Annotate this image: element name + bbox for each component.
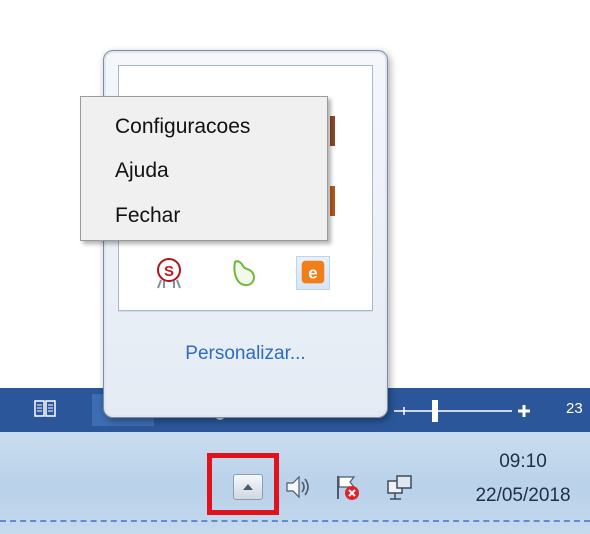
zoom-slider[interactable]: [390, 396, 550, 424]
taskbar: 09:10 22/05/2018: [0, 432, 590, 534]
svg-text:S: S: [164, 263, 174, 280]
network-icon[interactable]: [385, 472, 415, 502]
hidden-icon-edge: [330, 186, 335, 216]
taskbar-clock[interactable]: 09:10 22/05/2018: [456, 450, 590, 508]
context-menu: Configuracoes Ajuda Fechar: [80, 96, 328, 241]
green-leaf-icon[interactable]: [227, 256, 261, 290]
clock-time: 09:10: [499, 451, 547, 472]
orange-e-icon[interactable]: e: [296, 256, 330, 290]
volume-icon[interactable]: [283, 472, 313, 502]
show-hidden-icons-button[interactable]: [233, 474, 263, 500]
action-center-flag-icon[interactable]: [332, 472, 362, 502]
menu-item-ajuda[interactable]: Ajuda: [115, 159, 169, 183]
popup-separator: [118, 311, 373, 312]
menu-item-fechar[interactable]: Fechar: [115, 204, 180, 228]
clock-date: 22/05/2018: [475, 485, 571, 506]
chevron-up-icon: [243, 484, 253, 490]
red-s-medal-icon[interactable]: S: [152, 256, 186, 290]
customize-link[interactable]: Personalizar...: [104, 343, 387, 365]
taskbar-bottom-edge: [0, 520, 590, 522]
desktop-screen: 23 09:10 22/05/2018 S e Personalizar... …: [0, 0, 590, 534]
menu-item-configuracoes[interactable]: Configuracoes: [115, 115, 250, 139]
read-mode-icon[interactable]: [34, 399, 56, 419]
zoom-level-text[interactable]: 23: [566, 400, 583, 417]
svg-text:e: e: [308, 264, 317, 283]
hidden-icon-edge: [330, 116, 335, 146]
